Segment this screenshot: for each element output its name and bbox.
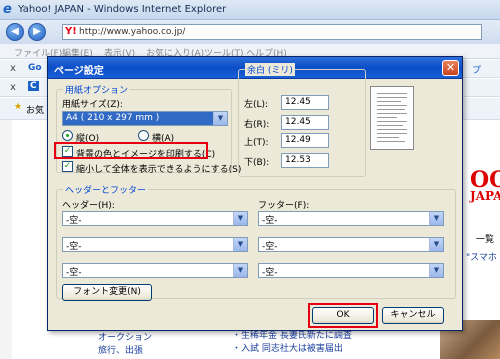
close-toolbar-icon[interactable]: x	[10, 82, 16, 93]
change-font-button[interactable]: フォント変更(N)	[62, 284, 152, 301]
margins-legend: 余白 (ミリ)	[245, 63, 295, 76]
header-footer-legend: ヘッダーとフッター	[63, 183, 149, 196]
margin-bottom-label: 下(B):	[244, 158, 270, 168]
toolbar-3-label: お気	[26, 106, 45, 116]
margin-top-label: 上(T):	[244, 138, 269, 148]
yahoo-favicon-icon: Y!	[65, 26, 77, 37]
shrink-to-fit-label: 縮小して全体を表示できるようにする(S)	[76, 165, 242, 175]
margin-right-label: 右(R):	[244, 120, 270, 130]
yahoo-logo-partial: OO JAPA	[470, 167, 500, 203]
footer-select-2[interactable]: -空- ▼	[258, 237, 444, 252]
chevron-down-icon[interactable]: ▼	[429, 238, 443, 251]
chevron-down-icon[interactable]: ▼	[233, 238, 247, 251]
favorites-star-icon[interactable]: ★	[14, 102, 22, 112]
back-icon[interactable]: ◀	[6, 23, 24, 41]
link-auction[interactable]: オークション	[98, 330, 152, 343]
page-setup-dialog: ページ設定 ✕ 用紙オプション 用紙サイズ(Z): A4 ( 210 x 297…	[47, 56, 463, 331]
footer-label: フッター(F):	[258, 201, 310, 211]
paper-size-select[interactable]: A4 ( 210 x 297 mm ) ▼	[62, 111, 228, 126]
chevron-down-icon[interactable]: ▼	[429, 212, 443, 225]
footer-select-1[interactable]: -空- ▼	[258, 211, 444, 226]
chevron-down-icon[interactable]: ▼	[233, 264, 247, 277]
chevron-down-icon[interactable]: ▼	[233, 212, 247, 225]
right-toolbar-label: プ	[472, 66, 482, 76]
ok-button[interactable]: OK	[312, 307, 374, 324]
margin-right-input[interactable]: 12.45	[281, 115, 329, 130]
paper-size-value: A4 ( 210 x 297 mm )	[66, 113, 160, 123]
print-background-checkbox[interactable]: ✓	[62, 146, 73, 157]
cancel-button[interactable]: キャンセル	[382, 307, 444, 324]
landscape-label: 横(A)	[152, 134, 175, 144]
page-preview	[370, 86, 414, 150]
toolbar-1-label: Go	[28, 63, 42, 73]
link-travel[interactable]: 旅行、出張	[98, 343, 152, 356]
margin-left-label: 左(L):	[244, 100, 269, 110]
chevron-down-icon[interactable]: ▼	[429, 264, 443, 277]
margin-bottom-input[interactable]: 12.53	[281, 153, 329, 168]
toolbar-2-label: C	[28, 81, 39, 91]
page-left-margin	[0, 120, 12, 359]
header-select-1[interactable]: -空- ▼	[62, 211, 248, 226]
dialog-title: ページ設定	[54, 66, 104, 77]
paper-options-legend: 用紙オプション	[63, 83, 131, 96]
browser-titlebar: e Yahoo! JAPAN - Windows Internet Explor…	[0, 0, 500, 20]
news-item[interactable]: ・入試 同志社大は被害届出	[232, 341, 352, 354]
footer-select-3[interactable]: -空- ▼	[258, 263, 444, 278]
margin-top-input[interactable]: 12.49	[281, 133, 329, 148]
margin-left-input[interactable]: 12.45	[281, 95, 329, 110]
portrait-label: 縦(O)	[76, 134, 100, 144]
chevron-down-icon[interactable]: ▼	[213, 112, 227, 125]
shrink-to-fit-checkbox[interactable]: ✓	[62, 161, 73, 172]
bottom-links: オークション 旅行、出張	[98, 330, 152, 356]
browser-title: Yahoo! JAPAN - Windows Internet Explorer	[18, 4, 227, 15]
ie-logo-icon: e	[3, 2, 12, 17]
header-label: ヘッダー(H):	[62, 201, 115, 211]
paper-size-label: 用紙サイズ(Z):	[62, 100, 123, 110]
news-links: ・生稀年金 長妻氏新たに調査 ・入試 同志社大は被害届出	[232, 328, 352, 354]
side-text-1[interactable]: 一覧	[476, 232, 494, 245]
address-bar[interactable]: Y! http://www.yahoo.co.jp/	[62, 24, 482, 40]
portrait-radio[interactable]	[62, 130, 73, 141]
print-background-label: 背景の色とイメージを印刷する(C)	[76, 150, 216, 160]
header-select-2[interactable]: -空- ▼	[62, 237, 248, 252]
side-text-2[interactable]: "スマホ	[466, 250, 497, 263]
address-url: http://www.yahoo.co.jp/	[79, 27, 186, 37]
address-row: ◀ ▶ Y! http://www.yahoo.co.jp/	[0, 20, 500, 44]
landscape-radio[interactable]	[138, 130, 149, 141]
forward-icon[interactable]: ▶	[28, 23, 46, 41]
header-select-3[interactable]: -空- ▼	[62, 263, 248, 278]
close-toolbar-icon[interactable]: x	[10, 63, 16, 74]
close-icon[interactable]: ✕	[442, 60, 459, 76]
